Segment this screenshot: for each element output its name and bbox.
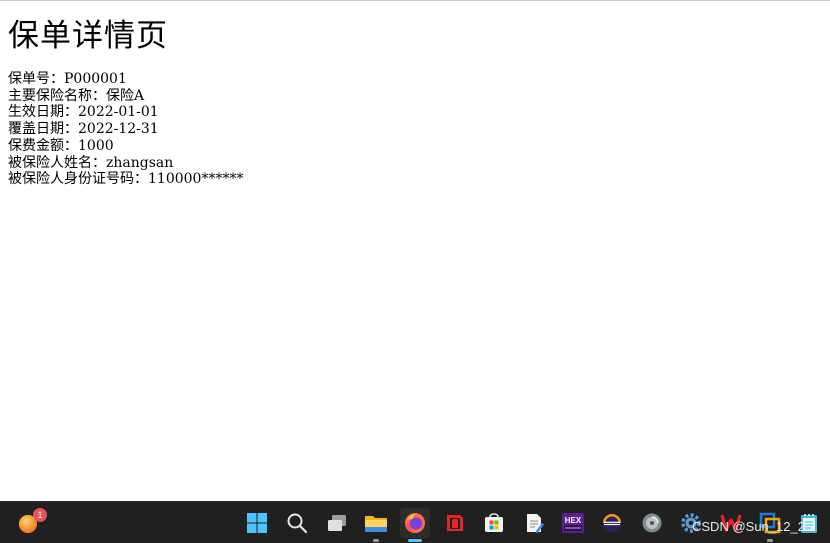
detail-premium-amount: 保费金额：1000	[8, 138, 822, 155]
wps-button[interactable]	[716, 508, 746, 538]
policy-details: 保单号：P000001 主要保险名称：保险A 生效日期：2022-01-01 覆…	[8, 71, 822, 188]
detail-insured-name: 被保险人姓名：zhangsan	[8, 155, 822, 172]
firefox-icon	[405, 513, 425, 533]
firefox-button[interactable]	[400, 508, 430, 542]
notepad-edit-icon	[527, 514, 544, 534]
microsoft-store-button[interactable]	[479, 508, 509, 538]
notepad-icon	[801, 514, 817, 533]
search-icon	[287, 513, 308, 534]
detail-label: 被保险人身份证号码：	[8, 171, 148, 188]
detail-value: 1000	[78, 137, 114, 154]
detail-insured-id: 被保险人身份证号码：110000******	[8, 171, 822, 188]
hex-editor-icon: HEX	[562, 513, 584, 533]
wps-icon	[720, 514, 742, 532]
detail-label: 被保险人姓名：	[8, 154, 106, 171]
start-icon	[247, 513, 267, 533]
disk-tool-icon	[642, 513, 662, 533]
detail-value: 110000******	[148, 171, 244, 188]
detail-value: 2022-01-01	[78, 104, 159, 121]
task-view-icon	[328, 515, 346, 531]
settings-gear-icon	[681, 513, 701, 533]
detail-insurance-name: 主要保险名称：保险A	[8, 88, 822, 105]
detail-label: 生效日期：	[8, 104, 78, 121]
weather-widget[interactable]: 1	[13, 508, 47, 538]
running-indicator	[408, 539, 422, 542]
detail-label: 保单号：	[8, 71, 64, 87]
csdn-watermark: CSDN @Sun_12_2	[692, 519, 805, 534]
detail-effective-date: 生效日期：2022-01-01	[8, 104, 822, 121]
detail-policy-number: 保单号：P000001	[8, 71, 822, 88]
disk-tool-button[interactable]	[637, 508, 667, 538]
eclipse-button[interactable]	[597, 508, 627, 538]
notepad-button[interactable]	[794, 508, 824, 538]
hex-editor-button[interactable]: HEX	[558, 508, 588, 538]
red-app-icon	[447, 515, 463, 531]
page-title: 保单详情页	[8, 18, 168, 54]
svg-text:HEX: HEX	[565, 516, 582, 525]
detail-value: zhangsan	[106, 154, 174, 171]
taskbar: 1 HEX CSDN @Sun_12_2	[0, 501, 830, 543]
notification-badge: 1	[33, 508, 47, 522]
running-indicator	[767, 539, 773, 542]
file-explorer-icon	[365, 516, 387, 532]
red-app-button[interactable]	[440, 508, 470, 538]
detail-coverage-date: 覆盖日期：2022-12-31	[8, 121, 822, 138]
task-view-button[interactable]	[322, 508, 352, 538]
file-explorer-button[interactable]	[361, 508, 391, 542]
start-button[interactable]	[242, 508, 272, 538]
settings-button[interactable]	[676, 508, 706, 538]
page-content: 保单详情页 保单号：P000001 主要保险名称：保险A 生效日期：2022-0…	[8, 0, 822, 188]
microsoft-store-icon	[485, 513, 503, 532]
detail-value: 2022-12-31	[78, 121, 159, 138]
virtualbox-button[interactable]	[755, 508, 785, 542]
notepad-edit-button[interactable]	[519, 508, 549, 538]
detail-value: 保险A	[106, 87, 145, 104]
detail-label: 主要保险名称：	[8, 87, 106, 104]
detail-value: P000001	[64, 71, 127, 87]
detail-label: 覆盖日期：	[8, 121, 78, 138]
running-indicator	[373, 539, 379, 542]
detail-label: 保费金额：	[8, 137, 78, 154]
virtualbox-icon	[759, 512, 781, 534]
eclipse-icon	[602, 513, 622, 533]
search-button[interactable]	[282, 508, 312, 538]
